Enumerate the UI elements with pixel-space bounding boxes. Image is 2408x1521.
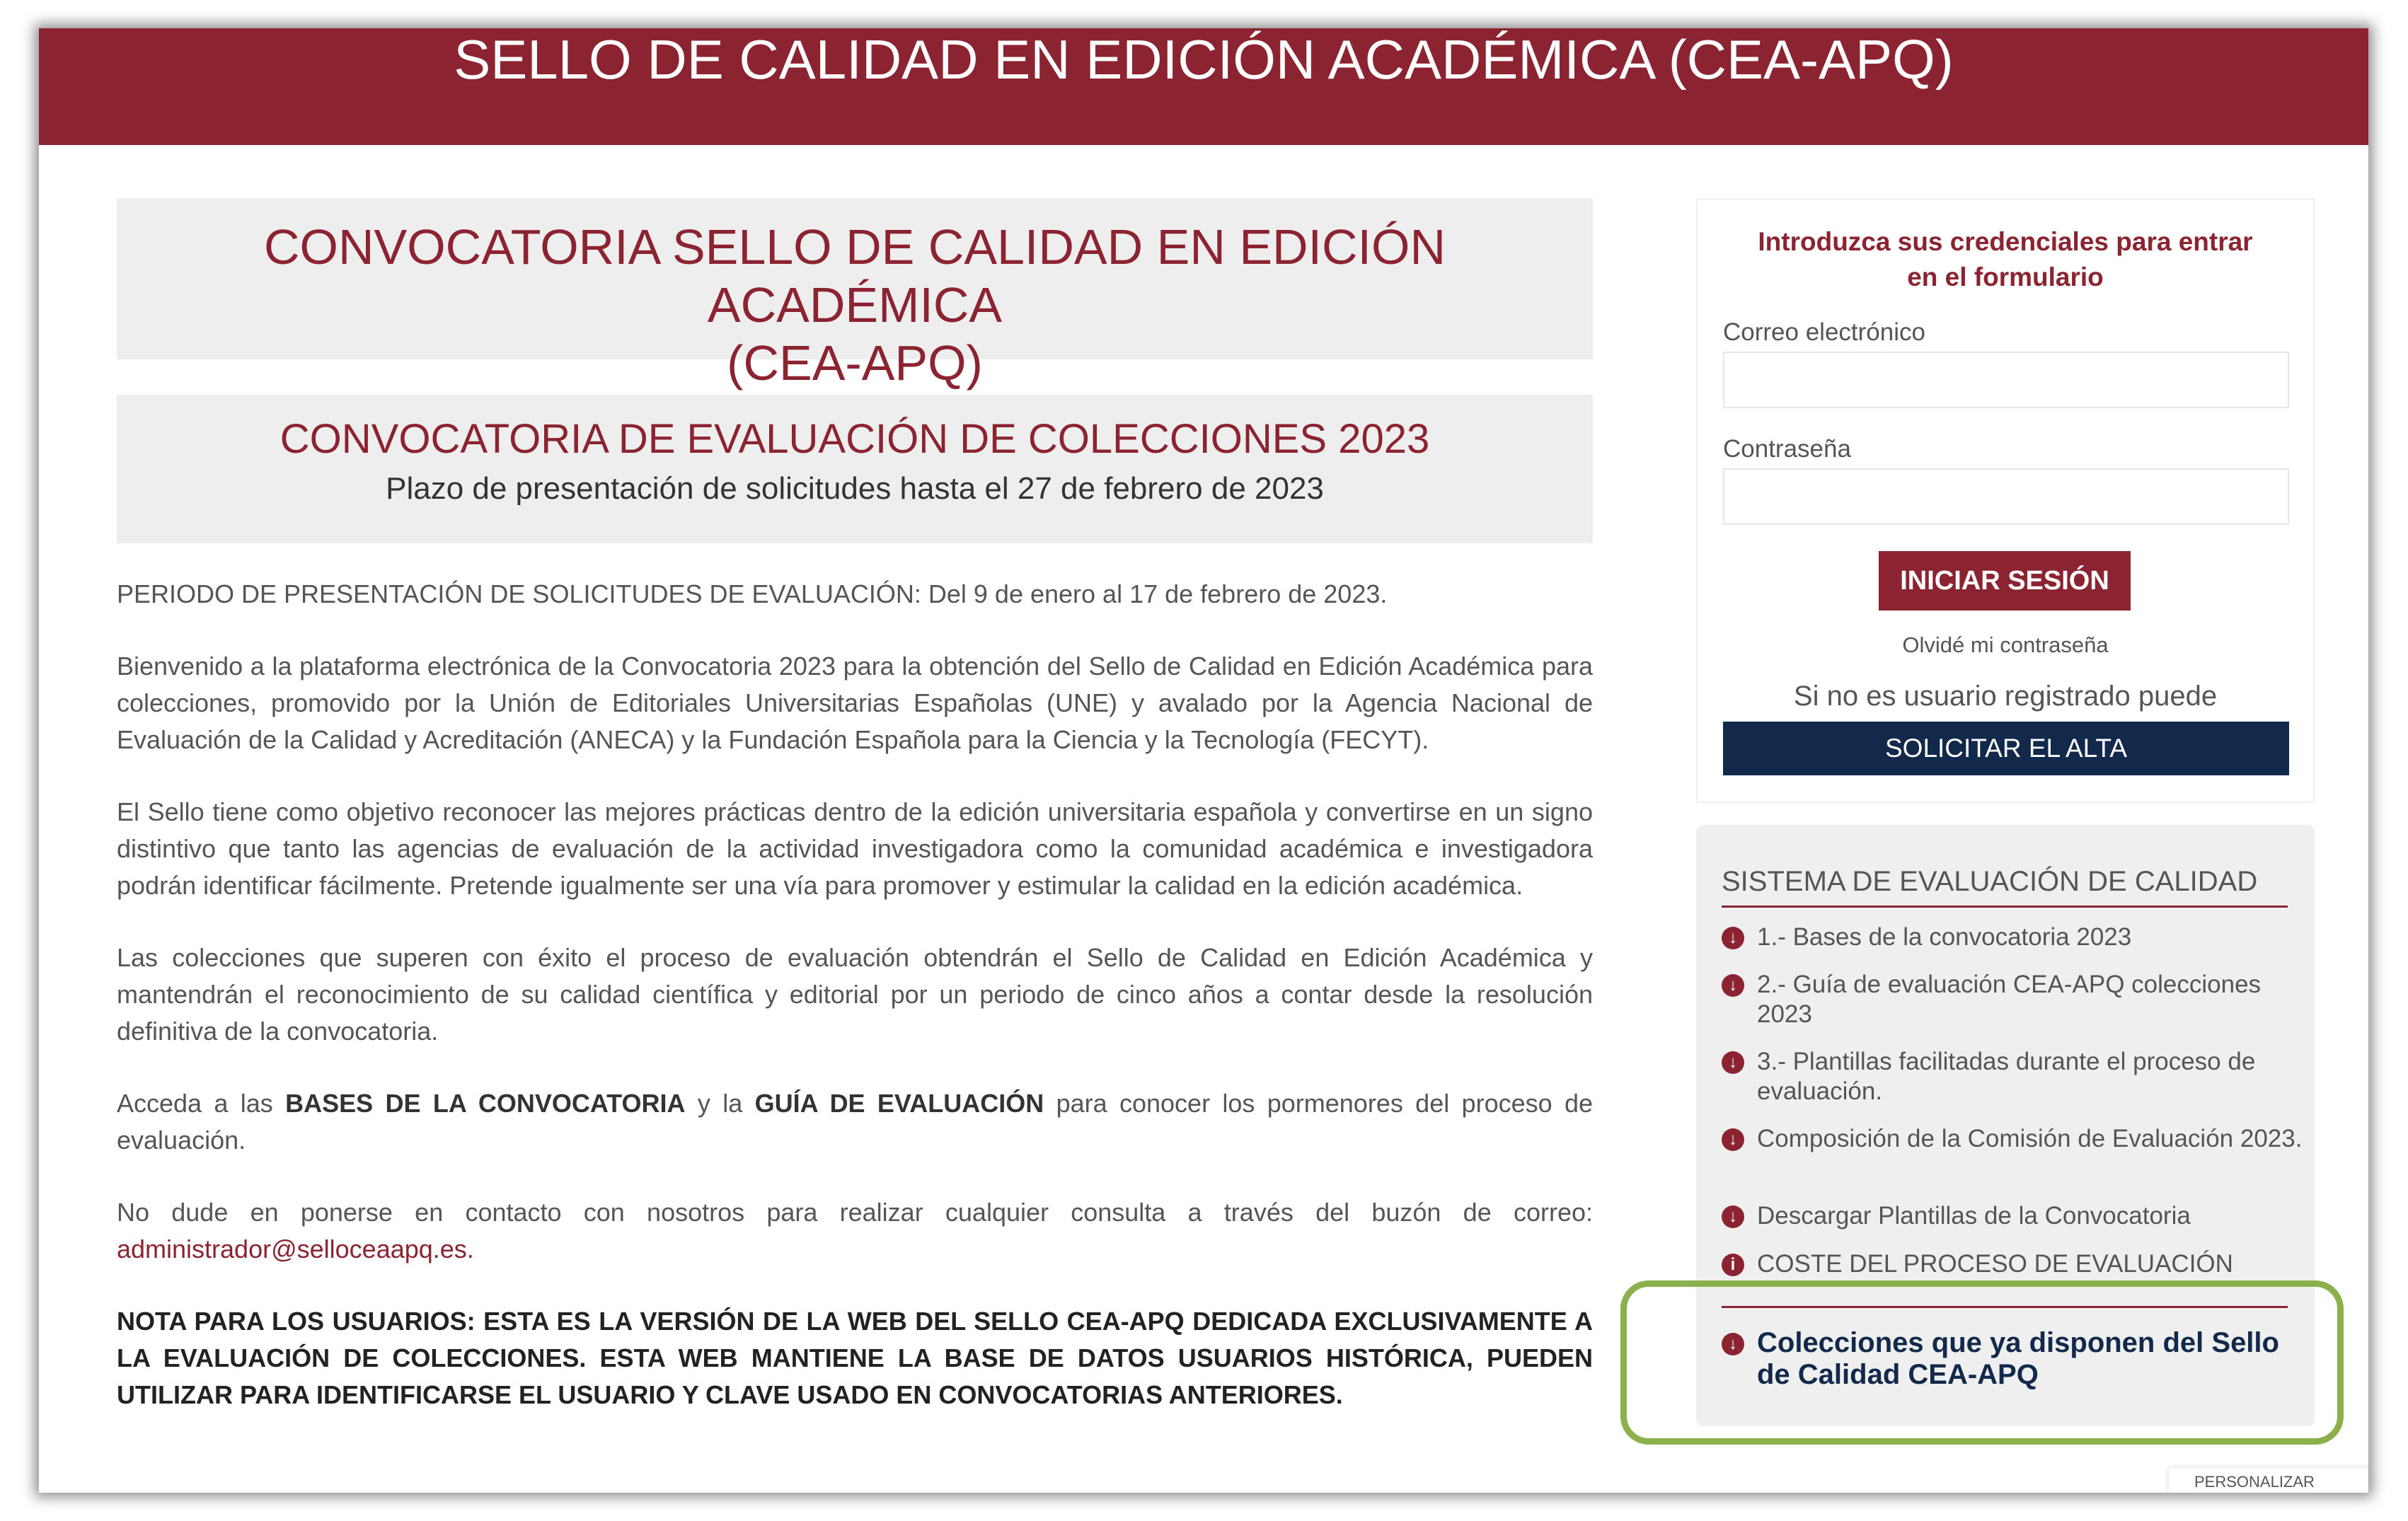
call-box: CONVOCATORIA DE EVALUACIÓN DE COLECCIONE… xyxy=(117,395,1593,543)
doc-link-label: 3.- Plantillas facilitadas durante el pr… xyxy=(1757,1048,2256,1105)
download-icon: ↓ xyxy=(1722,1051,1744,1074)
doc-link-label: Composición de la Comisión de Evaluación… xyxy=(1757,1125,2303,1152)
page-title-box: CONVOCATORIA SELLO DE CALIDAD EN EDICIÓN… xyxy=(117,198,1593,391)
doc-link-label: 1.- Bases de la convocatoria 2023 xyxy=(1757,923,2132,951)
password-label: Contraseña xyxy=(1723,435,1851,463)
main-content: CONVOCATORIA SELLO DE CALIDAD EN EDICIÓN… xyxy=(117,198,1593,1413)
doc-link-cost[interactable]: i COSTE DEL PROCESO DE EVALUACIÓN xyxy=(1722,1249,2309,1279)
login-heading: Introduzca sus credenciales para entrar … xyxy=(1719,224,2292,295)
period-paragraph: PERIODO DE PRESENTACIÓN DE SOLICITUDES D… xyxy=(117,579,1388,608)
doc-link-bases[interactable]: ↓ 1.- Bases de la convocatoria 2023 xyxy=(1722,923,2309,952)
page-title-line1: CONVOCATORIA SELLO DE CALIDAD EN EDICIÓN… xyxy=(263,219,1446,332)
doc-link-label: Descargar Plantillas de la Convocatoria xyxy=(1757,1202,2191,1230)
email-label: Correo electrónico xyxy=(1723,318,1925,346)
browser-page: SELLO DE CALIDAD EN EDICIÓN ACADÉMICA (C… xyxy=(39,28,2368,1493)
quality-system-title: SISTEMA DE EVALUACIÓN DE CALIDAD xyxy=(1722,860,2288,908)
download-icon: ↓ xyxy=(1722,974,1744,997)
access-paragraph: Acceda a las BASES DE LA CONVOCATORIA y … xyxy=(117,1085,1593,1159)
doc-link-download-templates[interactable]: ↓ Descargar Plantillas de la Convocatori… xyxy=(1722,1201,2309,1231)
intro-text: PERIODO DE PRESENTACIÓN DE SOLICITUDES D… xyxy=(117,576,1593,1413)
contact-prefix: No dude en ponerse en contacto con nosot… xyxy=(117,1198,1593,1227)
objective-paragraph: El Sello tiene como objetivo reconocer l… xyxy=(117,797,1593,900)
bases-link[interactable]: BASES DE LA CONVOCATORIA xyxy=(285,1089,685,1118)
highlight-outline xyxy=(1620,1280,2344,1445)
doc-link-templates[interactable]: ↓ 3.- Plantillas facilitadas durante el … xyxy=(1722,1047,2309,1106)
register-button[interactable]: SOLICITAR EL ALTA xyxy=(1723,722,2289,775)
login-heading-line2: en el formulario xyxy=(1907,262,2104,291)
guide-link[interactable]: GUÍA DE EVALUACIÓN xyxy=(755,1089,1044,1118)
users-note: NOTA PARA LOS USUARIOS: ESTA ES LA VERSI… xyxy=(117,1307,1593,1409)
doc-link-guide[interactable]: ↓ 2.- Guía de evaluación CEA-APQ colecci… xyxy=(1722,970,2309,1029)
call-title: CONVOCATORIA DE EVALUACIÓN DE COLECCIONE… xyxy=(280,416,1430,462)
download-icon: ↓ xyxy=(1722,1205,1744,1228)
login-heading-line1: Introduzca sus credenciales para entrar xyxy=(1758,227,2253,256)
login-button[interactable]: INICIAR SESIÓN xyxy=(1879,551,2131,611)
login-box: Introduzca sus credenciales para entrar … xyxy=(1696,198,2315,803)
cookie-customize-button[interactable]: PERSONALIZAR xyxy=(2169,1468,2368,1493)
site-title: SELLO DE CALIDAD EN EDICIÓN ACADÉMICA (C… xyxy=(454,28,1954,91)
email-field[interactable] xyxy=(1723,352,2289,408)
not-registered-text: Si no es usuario registrado puede xyxy=(1793,681,2218,712)
doc-link-label: COSTE DEL PROCESO DE EVALUACIÓN xyxy=(1757,1250,2233,1278)
collections-paragraph: Las colecciones que superen con éxito el… xyxy=(117,943,1593,1046)
page-title-line2: (CEA-APQ) xyxy=(727,335,983,391)
doc-link-commission[interactable]: ↓ Composición de la Comisión de Evaluaci… xyxy=(1722,1124,2309,1154)
download-icon: ↓ xyxy=(1722,1128,1744,1151)
contact-paragraph: No dude en ponerse en contacto con nosot… xyxy=(117,1194,1593,1268)
access-middle: y la xyxy=(685,1089,755,1118)
download-icon: ↓ xyxy=(1722,927,1744,949)
doc-link-label: 2.- Guía de evaluación CEA-APQ coleccion… xyxy=(1757,971,2262,1028)
info-icon: i xyxy=(1722,1254,1744,1276)
contact-email-link[interactable]: administrador@selloceaapq.es. xyxy=(117,1234,474,1263)
call-deadline: Plazo de presentación de solicitudes has… xyxy=(386,471,1324,506)
welcome-paragraph: Bienvenido a la plataforma electrónica d… xyxy=(117,652,1593,754)
password-field[interactable] xyxy=(1723,468,2289,525)
site-header: SELLO DE CALIDAD EN EDICIÓN ACADÉMICA (C… xyxy=(39,28,2368,145)
access-prefix: Acceda a las xyxy=(117,1089,286,1118)
forgot-password-link[interactable]: Olvidé mi contraseña xyxy=(1698,632,2313,658)
